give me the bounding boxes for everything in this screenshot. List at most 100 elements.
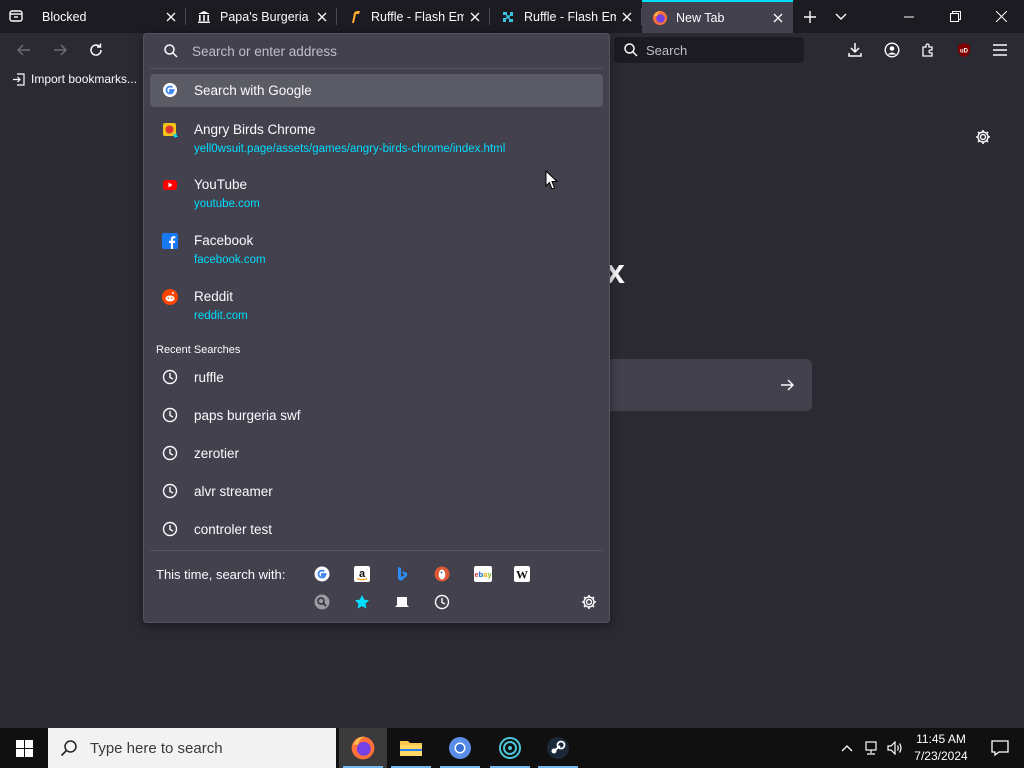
svg-text:a: a: [359, 568, 366, 580]
plus-icon: [804, 10, 816, 23]
minimize-icon: [904, 16, 914, 17]
duckduckgo-engine-button[interactable]: [434, 566, 450, 582]
show-hidden-icons-button[interactable]: [836, 728, 858, 768]
network-button[interactable]: [859, 728, 883, 768]
suggestion-row[interactable]: Reddit reddit.com: [150, 282, 603, 330]
list-all-tabs-button[interactable]: [827, 0, 855, 33]
bookmarks-mode-button[interactable]: [354, 594, 370, 610]
urlbar-dropdown: Search with Google Angry Birds Chrome ye…: [143, 33, 610, 623]
taskbar-chromium[interactable]: [436, 728, 484, 768]
new-tab-button[interactable]: [796, 0, 824, 33]
forward-arrow-icon: [54, 44, 68, 56]
chevron-down-icon: [835, 13, 847, 20]
taskbar-search-box[interactable]: [48, 728, 336, 768]
search-bar[interactable]: Search: [614, 37, 804, 63]
import-icon: [13, 72, 25, 86]
account-icon: [884, 42, 900, 58]
import-bookmarks-button[interactable]: Import bookmarks...: [12, 72, 137, 86]
close-icon: [773, 13, 783, 22]
close-icon: [166, 12, 176, 21]
window-close-button[interactable]: [978, 0, 1024, 33]
menu-button[interactable]: [987, 37, 1013, 63]
suggestion-row[interactable]: Angry Birds Chrome yell0wsuit.page/asset…: [150, 114, 603, 162]
downloads-button[interactable]: [842, 37, 868, 63]
account-button[interactable]: [879, 37, 905, 63]
google-engine-button[interactable]: [314, 566, 330, 582]
recent-search-row[interactable]: controler test: [150, 514, 603, 546]
volume-button[interactable]: [883, 728, 907, 768]
recent-searches-heading: Recent Searches: [156, 344, 241, 356]
ebay-engine-button[interactable]: ebay: [474, 566, 492, 582]
search-with-google-label: Search with Google: [194, 83, 312, 98]
start-button[interactable]: [0, 728, 48, 768]
tab-blocked[interactable]: Blocked: [32, 0, 186, 33]
svg-text:uD: uD: [960, 49, 969, 55]
taskbar-firefox[interactable]: [339, 728, 387, 768]
chromium-icon: [449, 737, 471, 759]
tab-close-button[interactable]: [311, 6, 333, 28]
extensions-button[interactable]: [915, 37, 941, 63]
tab-close-button[interactable]: [160, 6, 182, 28]
taskbar-app-ring[interactable]: [486, 728, 534, 768]
tab-ruffle-1[interactable]: Ruffle - Flash Emu: [337, 0, 490, 33]
recent-search-row[interactable]: paps burgeria swf: [150, 400, 603, 432]
back-button[interactable]: [11, 37, 37, 63]
tab-close-button[interactable]: [616, 6, 638, 28]
minimize-button[interactable]: [886, 0, 932, 33]
taskbar-search-input[interactable]: [90, 739, 320, 757]
folder-icon: [400, 741, 422, 756]
tab-ruffle-2[interactable]: Ruffle - Flash Emu: [490, 0, 642, 33]
clock-time: 11:45 AM: [916, 732, 966, 746]
tab-close-button[interactable]: [464, 6, 486, 28]
recent-search-text: zerotier: [194, 446, 240, 461]
duckduckgo-icon: [434, 566, 450, 582]
tab-close-button[interactable]: [767, 7, 789, 29]
tab-papas-burgeria[interactable]: Papa's Burgeria : F: [186, 0, 337, 33]
search-settings-button[interactable]: [581, 594, 597, 610]
tab-title: Papa's Burgeria : F: [220, 9, 311, 24]
wikipedia-icon: W: [516, 568, 528, 582]
address-bar[interactable]: [144, 34, 609, 68]
system-clock[interactable]: 11:45 AM 7/23/2024: [908, 731, 974, 765]
forward-button[interactable]: [47, 37, 73, 63]
restore-button[interactable]: [932, 0, 978, 33]
firefox-view-icon: [9, 10, 23, 22]
taskbar-file-explorer[interactable]: [387, 728, 435, 768]
firefox-view-button[interactable]: [3, 3, 29, 29]
tab-new-tab[interactable]: New Tab: [642, 0, 793, 33]
search-with-google-row[interactable]: Search with Google: [150, 74, 603, 107]
divider: [150, 68, 603, 69]
gear-icon: [976, 130, 990, 144]
recent-search-row[interactable]: alvr streamer: [150, 476, 603, 508]
close-icon: [995, 11, 1007, 22]
firefox-icon: [652, 10, 668, 26]
suggestion-url: reddit.com: [194, 310, 248, 322]
tabs-mode-button[interactable]: [394, 594, 410, 610]
address-input[interactable]: [192, 43, 572, 59]
clock-icon: [162, 369, 178, 385]
taskbar-steam[interactable]: [534, 728, 582, 768]
ruffle-puzzle-icon: [500, 9, 516, 25]
customize-button[interactable]: [972, 126, 994, 148]
recent-search-row[interactable]: ruffle: [150, 362, 603, 394]
wikipedia-engine-button[interactable]: W: [514, 566, 530, 582]
angry-birds-icon: [162, 122, 178, 138]
suggestion-title: Facebook: [194, 233, 254, 248]
bing-engine-button[interactable]: [394, 566, 410, 582]
suggestion-row[interactable]: YouTube youtube.com: [150, 170, 603, 218]
suggestion-row[interactable]: Facebook facebook.com: [150, 226, 603, 274]
amazon-engine-button[interactable]: a: [354, 566, 370, 582]
google-icon: [162, 82, 178, 98]
reload-button[interactable]: [83, 37, 109, 63]
clock-icon: [162, 407, 178, 423]
ublock-origin-button[interactable]: uD: [951, 37, 977, 63]
star-icon: [355, 595, 369, 609]
recent-search-row[interactable]: zerotier: [150, 438, 603, 470]
suggestion-title: Reddit: [194, 289, 234, 304]
history-mode-button[interactable]: [434, 594, 450, 610]
recent-search-text: ruffle: [194, 370, 224, 385]
search-tabs-mode-button[interactable]: [314, 594, 330, 610]
clock-icon: [162, 445, 178, 461]
svg-text:ebay: ebay: [475, 570, 493, 579]
notifications-button[interactable]: [976, 728, 1024, 768]
